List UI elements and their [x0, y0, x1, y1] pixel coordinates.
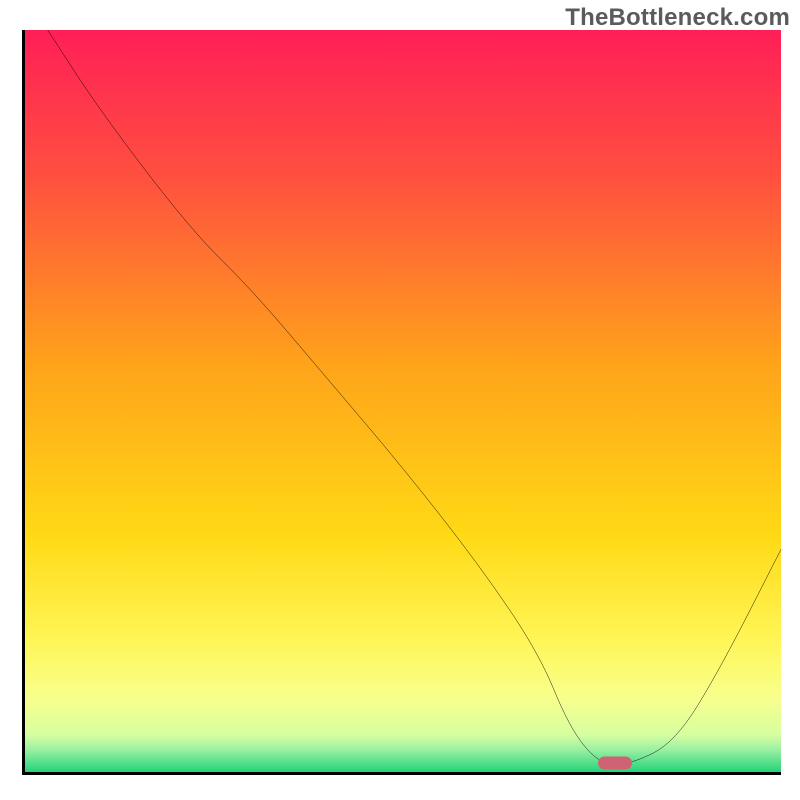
watermark-text: TheBottleneck.com	[565, 4, 790, 32]
plot-area	[22, 30, 781, 775]
curve-layer	[25, 30, 781, 772]
chart-stage: TheBottleneck.com	[0, 0, 800, 800]
x-axis	[22, 772, 781, 775]
bottleneck-curve-path	[48, 30, 781, 765]
optimal-marker	[598, 757, 632, 770]
